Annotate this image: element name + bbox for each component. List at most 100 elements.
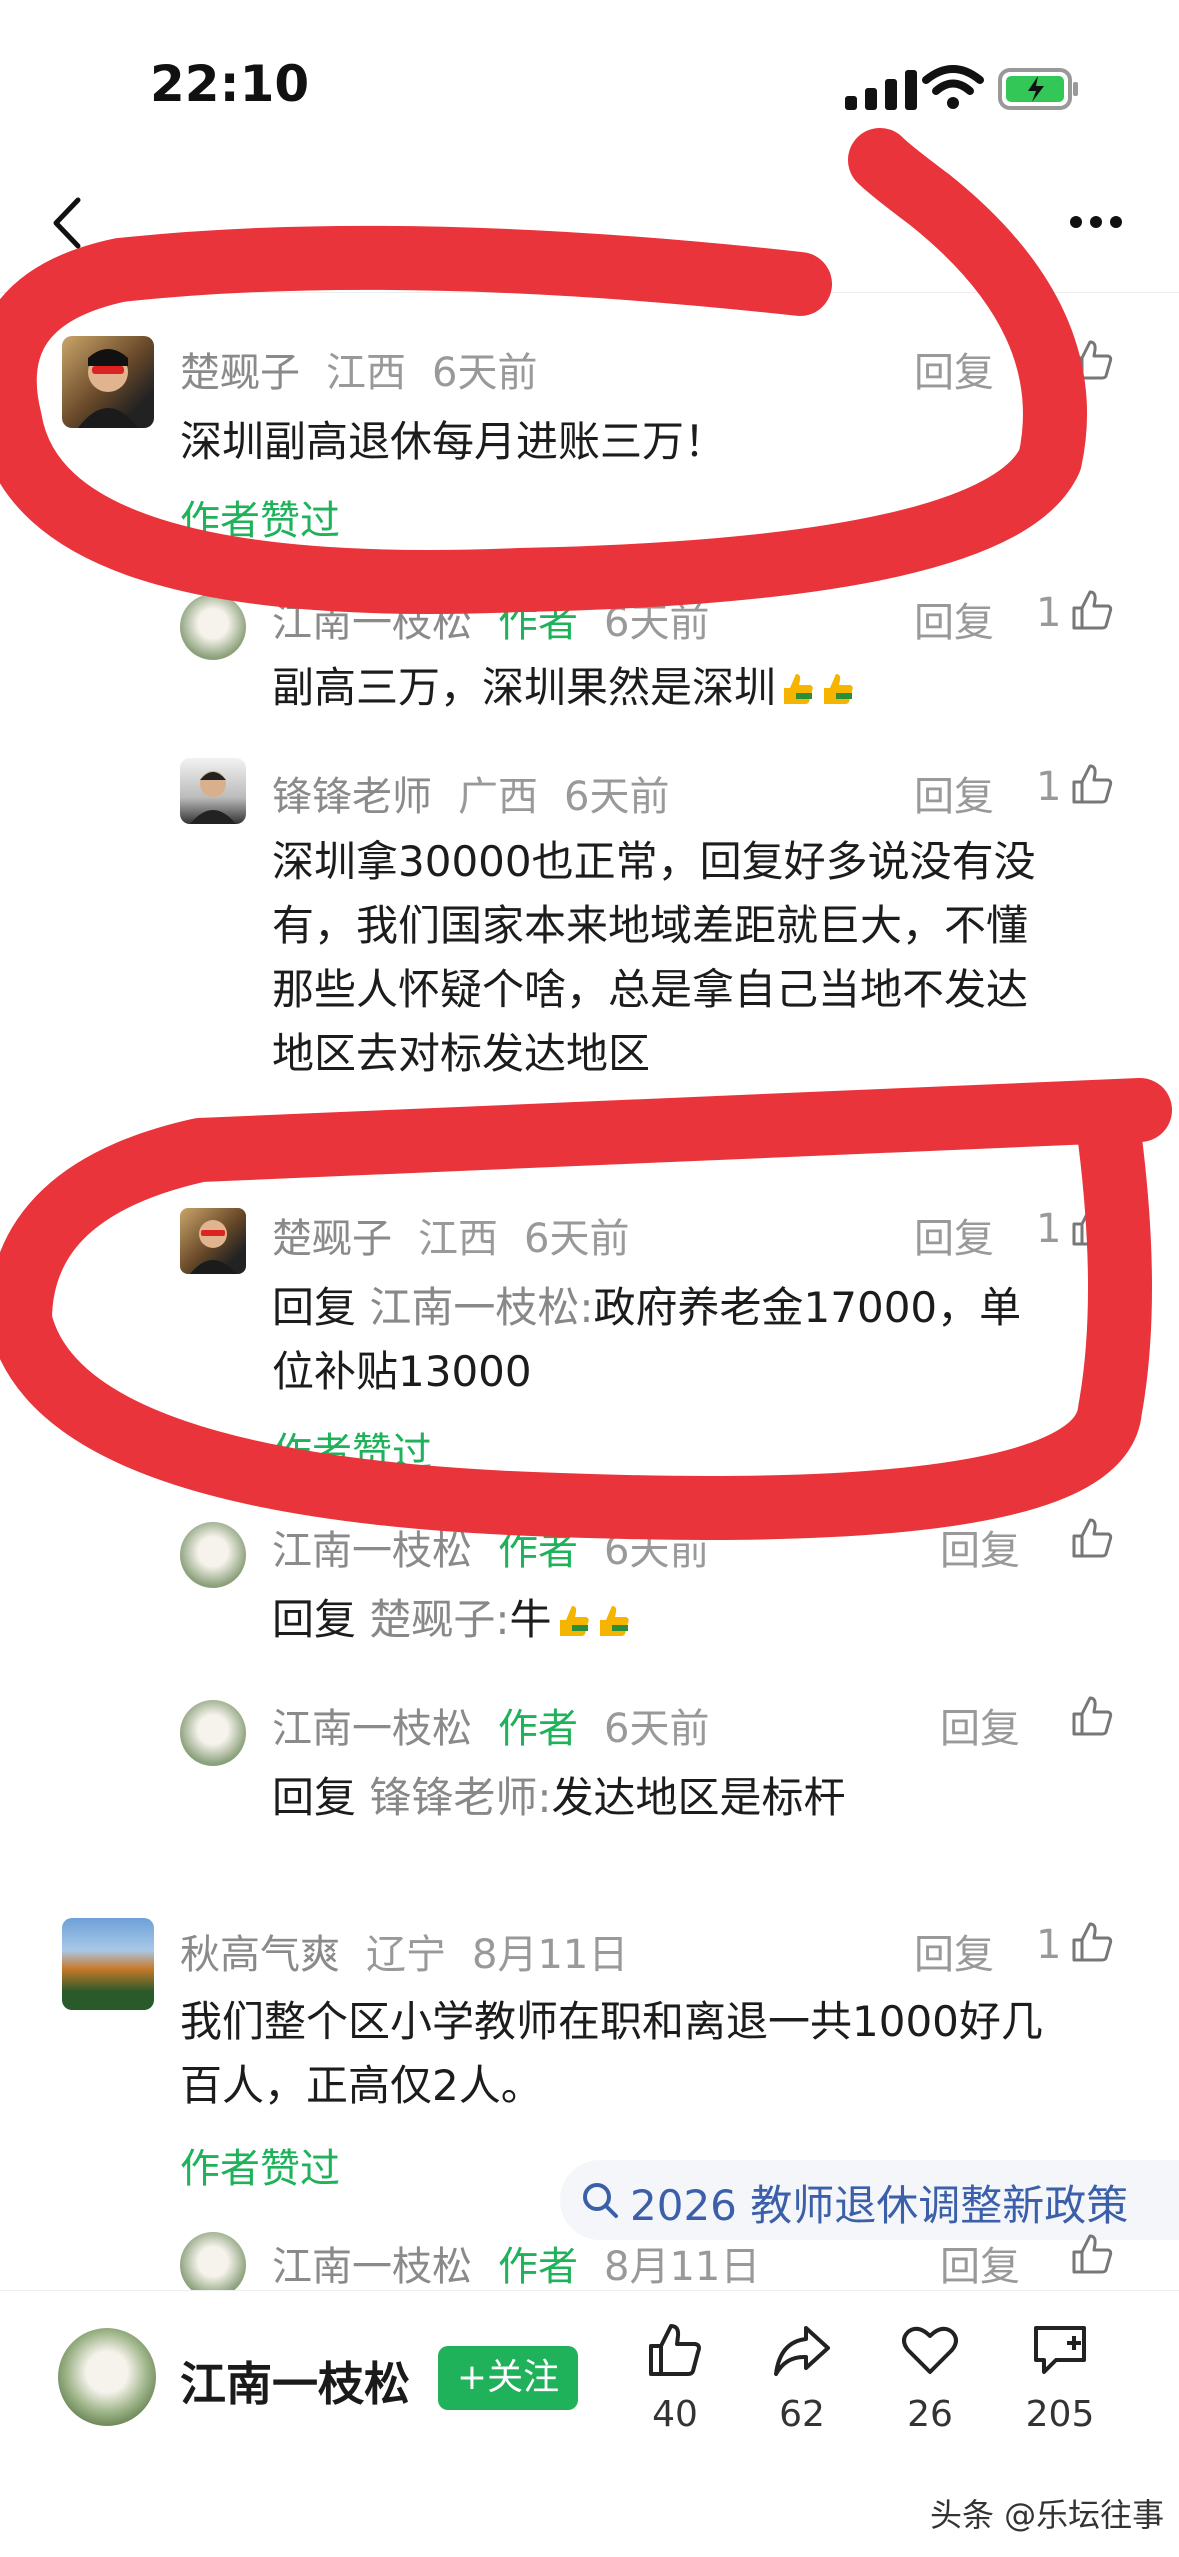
thumbs-up-icon[interactable] [1070,588,1114,632]
avatar[interactable] [180,1700,246,1766]
like-count: 1 [1036,1922,1062,1968]
comment-location: 江西 [326,350,406,396]
comment-author[interactable]: 江南一枝松 [272,1528,472,1574]
thumbs-up-icon[interactable] [1070,1516,1114,1560]
comment-text-line: 有，我们国家本来地域差距就巨大，不懂 [272,901,1029,950]
comment-icon[interactable] [1030,2320,1090,2380]
reply-prefix: 回复 [272,1773,357,1822]
comment-time: 6天前 [564,774,670,820]
battery-icon [998,68,1078,110]
author-tag: 作者 [498,1706,578,1752]
comment-author[interactable]: 楚觋子 [272,1216,392,1262]
reply-button[interactable]: 回复 [914,1922,994,1980]
thumbs-up-icon[interactable] [1070,762,1114,806]
favorite-count: 26 [907,2394,953,2435]
comment-text: 深圳副高退休每月进账三万！ [180,417,727,466]
comment-text-line: 我们整个区小学教师在职和离退一共1000好几 [180,1997,1043,2046]
reply-to-user[interactable]: 江南一枝松: [369,1283,593,1332]
comment-time: 8月11日 [604,2244,761,2290]
comment-author[interactable]: 锋锋老师 [272,774,432,820]
author-liked-badge: 作者赞过 [272,1430,432,1476]
thumbs-up-emoji-icon [784,674,813,704]
reply-button[interactable]: 回复 [914,1206,994,1264]
author-tag: 作者 [498,1528,578,1574]
comment-location: 辽宁 [366,1932,446,1978]
avatar[interactable] [62,1918,154,2010]
like-count: 1 [1036,764,1062,810]
like-count: 40 [652,2394,698,2435]
comment-text-line: 地区去对标发达地区 [272,1029,651,1078]
comment-author[interactable]: 江南一枝松 [272,1706,472,1752]
comment-time: 6天前 [604,1528,710,1574]
thumbs-up-icon[interactable] [1070,1920,1114,1964]
author-tag: 作者 [498,600,578,646]
watermark: 头条 @乐坛往事 [930,2496,1165,2534]
reply-prefix: 回复 [272,1595,357,1644]
comment-time: 6天前 [604,1706,710,1752]
search-suggestion-text[interactable]: 2026 教师退休调整新政策 [630,2172,1128,2233]
comment-text: 回复 江南一枝松:政府养老金17000，单 位补贴13000 [272,1276,1112,1404]
thumbs-up-icon[interactable] [1070,2232,1114,2276]
comment-text-line: 深圳拿30000也正常，回复好多说没有没 [272,837,1036,886]
comment-author[interactable]: 江南一枝松 [272,2244,472,2290]
comment-text-line: 位补贴13000 [272,1347,532,1396]
reply-button[interactable]: 回复 [914,590,994,648]
share-icon[interactable] [772,2320,832,2380]
more-icon[interactable] [1068,214,1124,230]
comment-author[interactable]: 江南一枝松 [272,600,472,646]
reply-to-user[interactable]: 锋锋老师: [369,1773,551,1822]
comment-text: 回复 锋锋老师:发达地区是标杆 [272,1766,846,1830]
author-tag: 作者 [498,2244,578,2290]
reply-prefix: 回复 [272,1283,357,1332]
comment-text: 我们整个区小学教师在职和离退一共1000好几 百人，正高仅2人。 [180,1990,1140,2118]
wifi-icon [922,65,984,109]
comment-text-line: 政府养老金17000，单 [593,1283,1022,1332]
reply-button[interactable]: 回复 [940,1518,1020,1576]
thumbs-up-icon[interactable] [1070,1204,1114,1248]
reply-button[interactable]: 回复 [940,2234,1020,2292]
divider [0,292,1179,293]
reply-to-user[interactable]: 楚觋子: [369,1595,509,1644]
avatar[interactable] [180,1522,246,1588]
comment-text: 副高三万，深圳果然是深圳 [272,663,777,712]
avatar[interactable] [180,1208,246,1274]
comment-time: 8月11日 [472,1932,629,1978]
thumbs-up-icon[interactable] [1070,1694,1114,1738]
like-count: 1 [1036,1206,1062,1252]
back-icon[interactable] [48,196,88,250]
like-icon[interactable] [645,2320,705,2380]
heart-icon[interactable] [900,2320,960,2380]
reply-button[interactable]: 回复 [914,340,994,398]
reply-button[interactable]: 回复 [940,1696,1020,1754]
thumbs-up-emoji-icon [559,1606,589,1636]
comment-time: 6天前 [432,350,538,396]
comment-time: 6天前 [604,600,710,646]
comment-count: 205 [1025,2394,1095,2435]
author-liked-badge: 作者赞过 [180,498,340,544]
avatar[interactable] [180,758,246,824]
author-avatar[interactable] [58,2328,156,2426]
like-count: 1 [1036,590,1062,636]
search-icon[interactable] [948,198,1000,250]
comment-text-line: 百人，正高仅2人。 [180,2061,543,2110]
comment-text-body: 发达地区是标杆 [551,1773,846,1822]
thumbs-up-icon[interactable] [1070,338,1114,382]
status-time: 22:10 [150,55,310,113]
comment-author[interactable]: 楚觋子 [180,350,300,396]
comment-time: 6天前 [524,1216,630,1262]
comment-author[interactable]: 秋高气爽 [180,1932,340,1978]
avatar[interactable] [180,594,246,660]
thumbs-up-emoji-icon [599,1606,629,1636]
comment-location: 江西 [418,1216,498,1262]
author-liked-badge: 作者赞过 [180,2146,340,2192]
avatar[interactable] [180,2232,246,2298]
thumbs-up-emoji-icon [824,674,853,704]
comment-text: 回复 楚觋子:牛 [272,1588,632,1652]
reply-button[interactable]: 回复 [914,764,994,822]
author-name[interactable]: 江南一枝松 [180,2348,410,2414]
avatar[interactable] [62,336,154,428]
follow-button[interactable]: +关注 [438,2346,578,2410]
search-icon [583,2183,618,2218]
comment-text: 深圳拿30000也正常，回复好多说没有没 有，我们国家本来地域差距就巨大，不懂 … [272,830,1112,1086]
share-count: 62 [779,2394,825,2435]
